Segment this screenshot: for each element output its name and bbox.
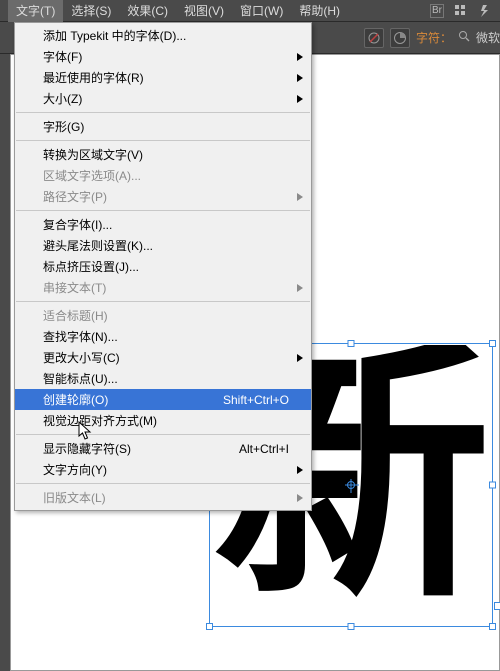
menu-bar: 文字(T) 选择(S) 效果(C) 视图(V) 窗口(W) 帮助(H) Br — [0, 0, 500, 22]
menu-item-label: 添加 Typekit 中的字体(D)... — [43, 27, 186, 44]
menu-item[interactable]: 文字方向(Y) — [15, 459, 311, 480]
bridge-icon[interactable]: Br — [430, 4, 444, 18]
menu-type[interactable]: 文字(T) — [8, 0, 63, 22]
submenu-arrow-icon — [297, 463, 303, 477]
menu-item[interactable]: 避头尾法则设置(K)... — [15, 235, 311, 256]
recolor-icon[interactable] — [390, 28, 410, 48]
transform-origin-icon[interactable] — [347, 481, 355, 489]
menubar-right-icons: Br — [430, 4, 500, 18]
resize-handle-e[interactable] — [489, 482, 496, 489]
grid-icon[interactable] — [454, 4, 468, 18]
menu-item-label: 旧版文本(L) — [43, 489, 106, 506]
menu-item[interactable]: 创建轮廓(O) Shift+Ctrl+O — [15, 389, 311, 410]
menu-item: 旧版文本(L) — [15, 487, 311, 508]
text-outport-icon[interactable] — [494, 602, 500, 610]
submenu-arrow-icon — [297, 351, 303, 365]
submenu-arrow-icon — [297, 50, 303, 64]
submenu-arrow-icon — [297, 281, 303, 295]
resize-handle-sw[interactable] — [206, 623, 213, 630]
menu-item-label: 区域文字选项(A)... — [43, 167, 141, 184]
menu-item-label: 文字方向(Y) — [43, 461, 107, 478]
submenu-arrow-icon — [297, 190, 303, 204]
menu-item[interactable]: 字体(F) — [15, 46, 311, 67]
menu-item: 区域文字选项(A)... — [15, 165, 311, 186]
menu-item-shortcut: Alt+Ctrl+I — [239, 442, 289, 456]
menu-separator — [16, 301, 310, 302]
menu-item-label: 创建轮廓(O) — [43, 391, 108, 408]
submenu-arrow-icon — [297, 71, 303, 85]
search-icon[interactable] — [458, 30, 470, 45]
menu-item-label: 最近使用的字体(R) — [43, 69, 144, 86]
menu-help[interactable]: 帮助(H) — [291, 0, 348, 22]
menu-item[interactable]: 字形(G) — [15, 116, 311, 137]
menu-item-label: 路径文字(P) — [43, 188, 107, 205]
menu-item-label: 智能标点(U)... — [43, 370, 118, 387]
menu-item[interactable]: 更改大小写(C) — [15, 347, 311, 368]
menu-separator — [16, 112, 310, 113]
menu-item[interactable]: 大小(Z) — [15, 88, 311, 109]
resize-handle-ne[interactable] — [489, 340, 496, 347]
menu-item[interactable]: 最近使用的字体(R) — [15, 67, 311, 88]
menu-item[interactable]: 标点挤压设置(J)... — [15, 256, 311, 277]
menu-item-label: 视觉边距对齐方式(M) — [43, 412, 157, 429]
resize-handle-s[interactable] — [348, 623, 355, 630]
menu-item-shortcut: Shift+Ctrl+O — [223, 393, 289, 407]
menu-item-label: 字体(F) — [43, 48, 82, 65]
menu-effect[interactable]: 效果(C) — [119, 0, 176, 22]
menu-item: 串接文本(T) — [15, 277, 311, 298]
menu-item-label: 查找字体(N)... — [43, 328, 118, 345]
menu-window[interactable]: 窗口(W) — [232, 0, 291, 22]
menu-item-label: 串接文本(T) — [43, 279, 106, 296]
character-label: 字符： — [416, 29, 452, 46]
menu-item[interactable]: 视觉边距对齐方式(M) — [15, 410, 311, 431]
submenu-arrow-icon — [297, 92, 303, 106]
menu-item-label: 转换为区域文字(V) — [43, 146, 143, 163]
menu-item: 适合标题(H) — [15, 305, 311, 326]
type-menu-dropdown: 添加 Typekit 中的字体(D)... 字体(F) 最近使用的字体(R) 大小(Z… — [14, 22, 312, 511]
menu-item-label: 避头尾法则设置(K)... — [43, 237, 153, 254]
bolt-icon[interactable] — [478, 4, 492, 18]
menu-item[interactable]: 查找字体(N)... — [15, 326, 311, 347]
menu-item-label: 大小(Z) — [43, 90, 82, 107]
menu-separator — [16, 434, 310, 435]
font-family-field[interactable]: 微软 — [476, 29, 500, 46]
menu-separator — [16, 210, 310, 211]
menu-view[interactable]: 视图(V) — [176, 0, 232, 22]
menu-item-label: 适合标题(H) — [43, 307, 108, 324]
menu-item[interactable]: 显示隐藏字符(S) Alt+Ctrl+I — [15, 438, 311, 459]
menu-item-label: 字形(G) — [43, 118, 84, 135]
menu-item[interactable]: 添加 Typekit 中的字体(D)... — [15, 25, 311, 46]
menu-item-label: 标点挤压设置(J)... — [43, 258, 139, 275]
menu-item[interactable]: 复合字体(I)... — [15, 214, 311, 235]
fill-color-icon[interactable] — [364, 28, 384, 48]
menu-separator — [16, 483, 310, 484]
menu-item[interactable]: 智能标点(U)... — [15, 368, 311, 389]
menu-item[interactable]: 转换为区域文字(V) — [15, 144, 311, 165]
menu-item: 路径文字(P) — [15, 186, 311, 207]
menu-select[interactable]: 选择(S) — [63, 0, 119, 22]
menu-separator — [16, 140, 310, 141]
resize-handle-se[interactable] — [489, 623, 496, 630]
menu-item-label: 更改大小写(C) — [43, 349, 120, 366]
submenu-arrow-icon — [297, 491, 303, 505]
menu-item-label: 复合字体(I)... — [43, 216, 112, 233]
resize-handle-n[interactable] — [348, 340, 355, 347]
menu-item-label: 显示隐藏字符(S) — [43, 440, 131, 457]
